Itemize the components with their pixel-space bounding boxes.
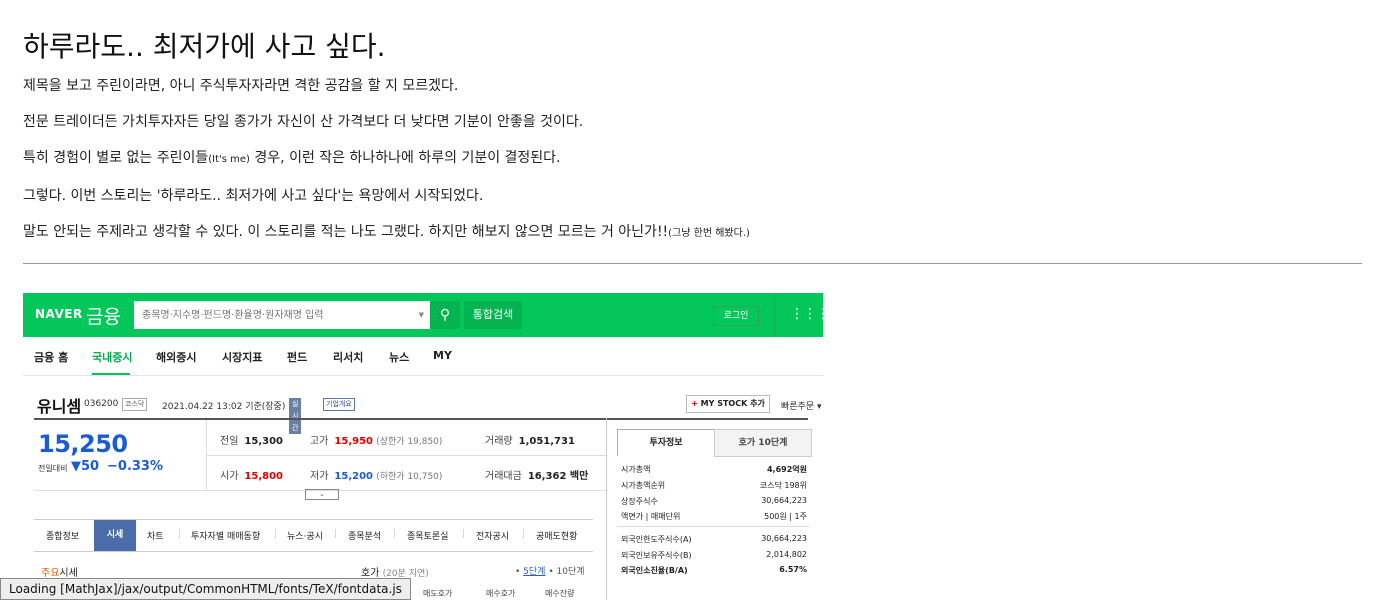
chevron-down-icon[interactable]: ▼ <box>419 311 424 319</box>
total-search-button[interactable]: 통합검색 <box>464 301 522 329</box>
info-row: 외국인보유주식수(B) 2,014,802 <box>621 550 807 560</box>
tab-discussion[interactable]: 종목토론실 <box>407 529 448 542</box>
quick-order-button[interactable]: 빠른주문 ▾ <box>781 399 822 412</box>
info-row: 외국인한도주식수(A) 30,664,223 <box>621 534 807 544</box>
gnb-item-fund[interactable]: 펀드 <box>287 349 307 365</box>
finance-service-title[interactable]: 금융 <box>86 302 121 329</box>
investment-info-panel: 투자정보 호가 10단계 시가총액 4,692억원 시가총액순위 코스닥 198위 … <box>606 418 812 600</box>
stock-name: 유니셈 <box>37 397 82 416</box>
naver-logo[interactable]: NAVER <box>35 307 83 321</box>
hoga-title: 호가 (20분 지연) <box>361 568 429 579</box>
tab-price[interactable]: 시세 <box>94 520 136 551</box>
gnb-item-domestic[interactable]: 국내증시 <box>92 349 132 365</box>
paragraph-3: 특히 경험이 별로 없는 주린이들(It's me) 경우, 이런 작은 하나하… <box>23 148 1362 170</box>
gnb-item-indicators[interactable]: 시장지표 <box>222 349 262 365</box>
tab-disclosure[interactable]: 전자공시 <box>476 529 509 542</box>
paragraph-4: 그렇다. 이번 스토리는 '하루라도.. 최저가에 사고 싶다'는 욕망에서 시… <box>23 188 484 204</box>
info-row: 액면가 | 매매단위 500원 | 1주 <box>621 512 807 521</box>
search-input[interactable] <box>134 301 420 329</box>
my-stock-label: MY STOCK 추가 <box>700 399 765 408</box>
change-value: ▼50 <box>71 459 100 474</box>
quick-order-label: 빠른주문 <box>781 402 815 412</box>
paragraph-1: 제목을 보고 주린이라면, 아니 주식투자자라면 격한 공감을 할 지 모르겠다… <box>23 78 459 94</box>
horizontal-rule <box>23 263 1362 264</box>
paragraph-3-text-b: 경우, 이런 작은 하나하나에 하루의 기분이 결정된다. <box>249 150 561 166</box>
step5-link[interactable]: 5단계 <box>523 567 545 577</box>
gnb-item-news[interactable]: 뉴스 <box>389 349 409 365</box>
stock-code: 036200 <box>84 399 119 409</box>
gnb-active-underline <box>92 373 130 375</box>
high-price: 고가 15,950 (상한가 19,850) <box>310 436 443 447</box>
info-row: 시가총액 4,692억원 <box>621 465 807 474</box>
plus-icon: + <box>691 399 698 408</box>
hoga-step-selector: • 5단계 • 10단계 <box>515 567 585 577</box>
info-row: 시가총액순위 코스닥 198위 <box>621 481 807 490</box>
realtime-badge[interactable]: 실시간 <box>289 398 302 434</box>
tab-analysis[interactable]: 종목분석 <box>348 529 381 542</box>
current-price: 15,250 <box>38 430 128 458</box>
naver-finance-screenshot: NAVER 금융 ▼ ⚲ 통합검색 로그인 ⋮⋮⋮ 금융 홈 국내증시 해외증시… <box>23 293 823 600</box>
change-percent: −0.33% <box>107 459 163 474</box>
expand-toggle[interactable]: ⌄ <box>305 489 339 500</box>
gnb-item-overseas[interactable]: 해외증시 <box>156 349 196 365</box>
tab-news[interactable]: 뉴스·공시 <box>287 529 323 542</box>
corp-info-button[interactable]: 기업개요 <box>323 398 355 411</box>
tab-hoga-10[interactable]: 호가 10단계 <box>714 429 812 457</box>
stock-date: 2021.04.22 13:02 기준(장중) <box>162 402 286 412</box>
open-price: 시가 15,800 <box>220 471 283 482</box>
change-label: 전일대비 <box>38 464 68 473</box>
low-price: 저가 15,200 (하한가 10,750) <box>310 471 443 482</box>
prev-close: 전일 15,300 <box>220 436 283 447</box>
gnb-item-research[interactable]: 리서치 <box>333 349 363 365</box>
step10-link[interactable]: 10단계 <box>557 567 585 577</box>
tab-short-selling[interactable]: 공매도현황 <box>536 529 577 542</box>
tab-summary[interactable]: 종합정보 <box>46 529 79 542</box>
stock-tabs: 종합정보 시세 차트 | 투자자별 매매동향 | 뉴스·공시 | 종목분석 | … <box>34 519 593 552</box>
main-price-title: 주요시세 <box>41 568 78 579</box>
tab-investor[interactable]: 투자자별 매매동향 <box>191 529 260 542</box>
gnb-nav: 금융 홈 국내증시 해외증시 시장지표 펀드 리서치 뉴스 MY <box>23 337 823 376</box>
col-head-bid: 매수호가 <box>486 589 516 598</box>
search-button[interactable]: ⚲ <box>430 301 460 329</box>
info-divider <box>617 526 809 527</box>
header-divider <box>774 293 775 337</box>
menu-grid-icon[interactable]: ⋮⋮⋮ <box>790 306 823 322</box>
gnb-item-home[interactable]: 금융 홈 <box>34 349 68 365</box>
gnb-item-my[interactable]: MY <box>433 349 452 362</box>
market-badge: 코스닥 <box>122 398 148 411</box>
volume: 거래량 1,051,731 <box>485 436 575 447</box>
article: 하루라도.. 최저가에 사고 싶다. 제목을 보고 주린이라면, 아니 주식투자… <box>23 0 1362 244</box>
search-box: ▼ <box>134 301 430 329</box>
login-button[interactable]: 로그인 <box>713 306 759 326</box>
col-head-bid-remain: 매수잔량 <box>545 589 575 598</box>
chevron-down-icon: ▾ <box>817 402 822 412</box>
mathjax-status-bar: Loading [MathJax]/jax/output/CommonHTML/… <box>0 578 411 600</box>
post-title: 하루라도.. 최저가에 사고 싶다. <box>23 30 386 63</box>
quote-row-divider <box>206 455 606 456</box>
search-icon: ⚲ <box>439 307 451 323</box>
chevron-down-icon: ⌄ <box>319 490 325 498</box>
paragraph-5-note: (그냥 한번 해봤다.) <box>668 228 750 239</box>
paragraph-5-text: 말도 안되는 주제라고 생각할 수 있다. 이 스토리를 적는 나도 그랬다. … <box>23 224 669 240</box>
my-stock-add-button[interactable]: + MY STOCK 추가 <box>686 395 770 413</box>
tab-chart[interactable]: 차트 <box>147 529 164 542</box>
col-head-ask: 매도호가 <box>423 589 453 598</box>
paragraph-5: 말도 안되는 주제라고 생각할 수 있다. 이 스토리를 적는 나도 그랬다. … <box>23 222 1362 244</box>
info-row: 외국인소진율(B/A) 6.57% <box>621 565 807 575</box>
info-row: 상장주식수 30,664,223 <box>621 496 807 506</box>
naver-header-bar: NAVER 금융 ▼ ⚲ 통합검색 로그인 ⋮⋮⋮ <box>23 293 823 337</box>
trade-amount: 거래대금 16,362 백만 <box>485 471 589 482</box>
tab-investment-info[interactable]: 투자정보 <box>617 429 715 456</box>
paragraph-3-note: (It's me) <box>208 154 250 165</box>
paragraph-3-text-a: 특히 경험이 별로 없는 주린이들 <box>23 150 209 166</box>
paragraph-2: 전문 트레이더든 가치투자자든 당일 종가가 자신이 산 가격보다 더 낮다면 … <box>23 114 584 130</box>
